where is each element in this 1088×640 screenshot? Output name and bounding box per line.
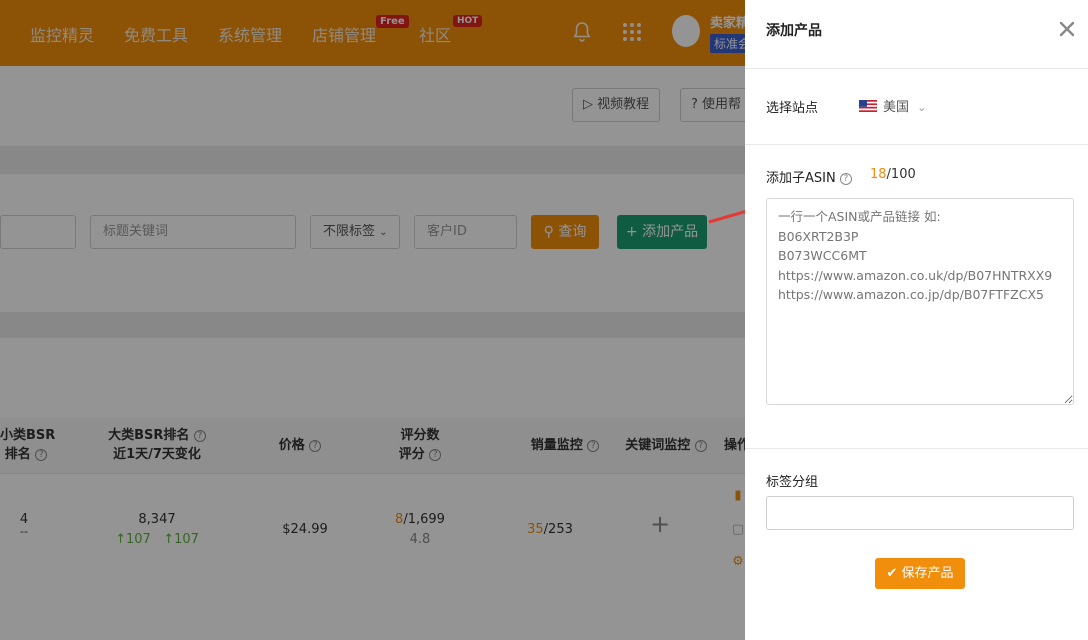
- close-icon[interactable]: [1058, 20, 1076, 38]
- add-product-drawer: 添加产品 选择站点 美国 ⌄ 添加子ASIN ? 18/100 标签分组 ✔ 保…: [745, 0, 1088, 640]
- divider: [745, 144, 1088, 145]
- us-flag-icon: [859, 100, 877, 112]
- help-icon[interactable]: ?: [839, 172, 852, 185]
- save-product-button[interactable]: ✔ 保存产品: [875, 558, 965, 589]
- site-select[interactable]: 美国 ⌄: [859, 96, 939, 116]
- modal-overlay[interactable]: [0, 0, 745, 640]
- tag-group-input[interactable]: [766, 496, 1074, 530]
- check-icon: ✔: [886, 566, 902, 581]
- asin-label: 添加子ASIN ?: [766, 167, 852, 186]
- site-label: 选择站点: [766, 101, 819, 116]
- drawer-title: 添加产品: [766, 23, 822, 39]
- chevron-down-icon: ⌄: [917, 101, 927, 114]
- site-value: 美国: [883, 100, 910, 115]
- divider: [745, 448, 1088, 449]
- tag-group-label: 标签分组: [766, 475, 819, 490]
- asin-counter: 18/100: [870, 167, 916, 182]
- asin-textarea[interactable]: [766, 198, 1074, 405]
- save-product-label: 保存产品: [901, 566, 954, 581]
- divider: [745, 68, 1088, 69]
